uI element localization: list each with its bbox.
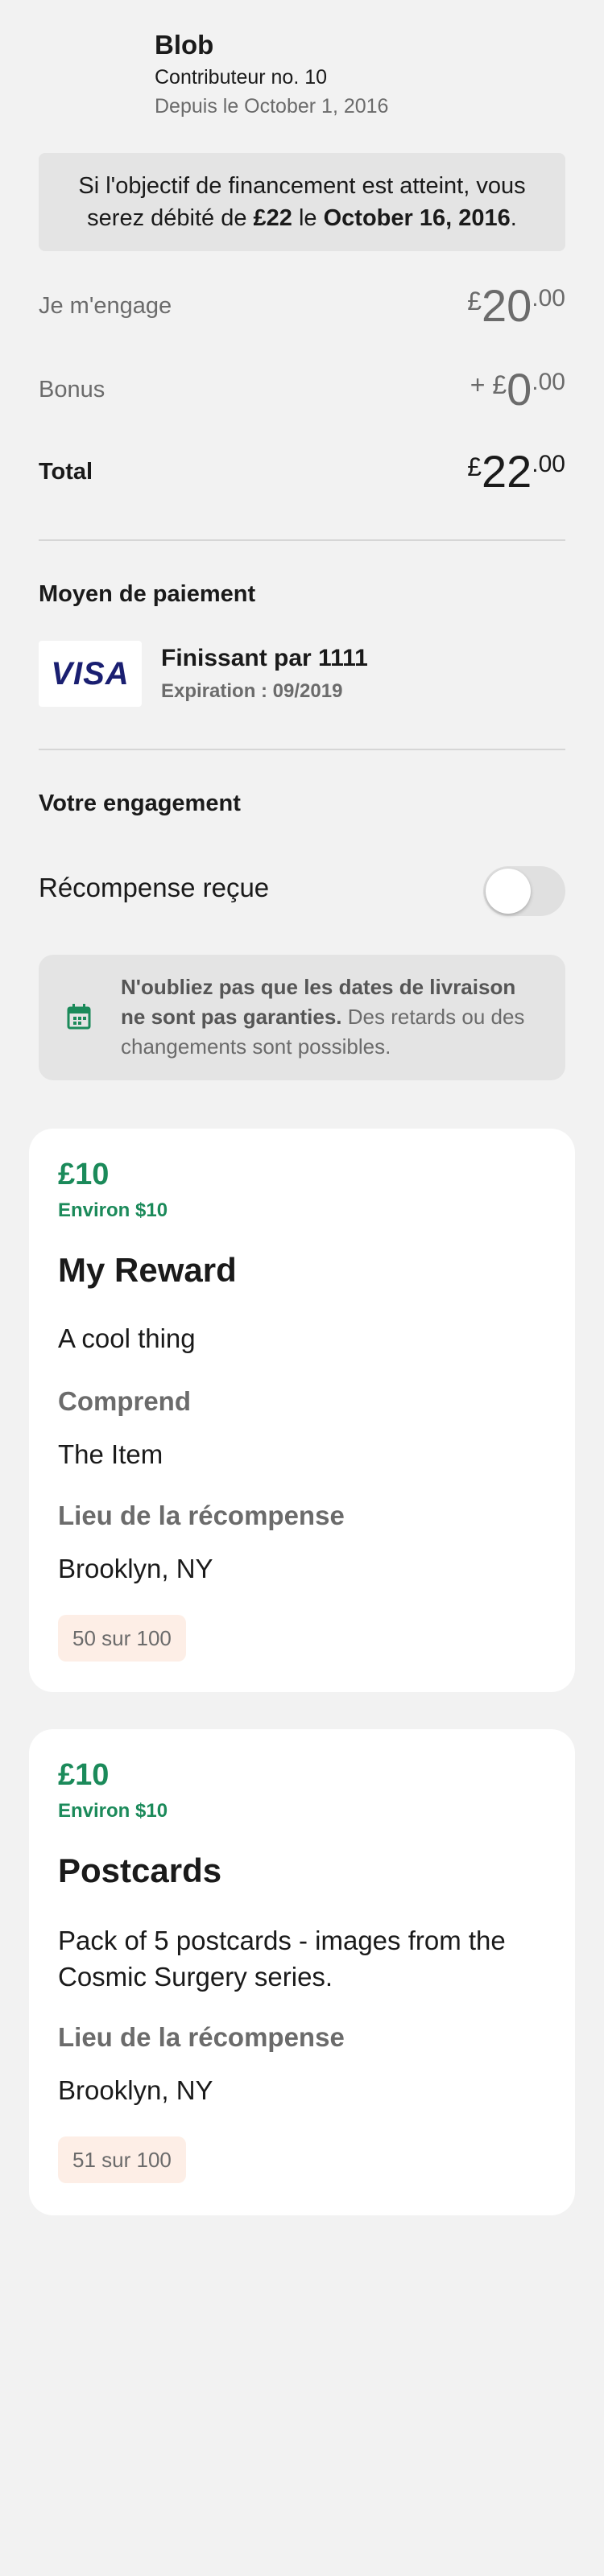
pledge-currency: £ (467, 287, 482, 316)
reward-includes-value: The Item (58, 1439, 163, 1469)
reward-received-toggle[interactable] (483, 866, 565, 916)
visa-logo: VISA (39, 641, 142, 707)
reward-location-label: Lieu de la récompense (58, 1501, 345, 1530)
backer-name: Blob (155, 30, 214, 60)
reward-approx: Environ $10 (58, 1199, 168, 1221)
bonus-prefix: + (470, 370, 493, 399)
pledge-decimal: .00 (532, 285, 565, 312)
reward-description: Pack of 5 postcards - images from the Co… (58, 1926, 506, 1992)
pledge-amount: £20.00 (467, 282, 565, 330)
reward-location-label: Lieu de la récompense (58, 2022, 345, 2052)
backer-info: Blob Contributeur no. 10 Depuis le Octob… (155, 27, 388, 121)
reward-includes-label: Comprend (58, 1386, 191, 1416)
charge-notice-suffix: . (510, 205, 517, 231)
reward-title: My Reward (58, 1251, 237, 1289)
charge-notice-middle: le (292, 205, 324, 231)
total-row: Total £22.00 (39, 448, 565, 504)
toggle-knob (486, 869, 531, 914)
bonus-currency: £ (492, 370, 507, 399)
total-decimal: .00 (532, 451, 565, 477)
reward-price: £10 (58, 1758, 110, 1792)
payment-section-title: Moyen de paiement (39, 581, 256, 607)
bonus-amount: + £0.00 (470, 365, 565, 414)
card-details: Finissant par 1111 Expiration : 09/2019 (161, 641, 368, 707)
bonus-label: Bonus (39, 377, 105, 402)
delivery-warning: N'oubliez pas que les dates de livraison… (39, 955, 565, 1080)
bonus-decimal: .00 (532, 369, 565, 395)
reward-approx: Environ $10 (58, 1800, 168, 1822)
charge-amount: £22 (253, 205, 292, 231)
total-currency: £ (467, 452, 482, 481)
divider (39, 539, 565, 541)
reward-received-label: Récompense reçue (39, 873, 270, 902)
reward-price: £10 (58, 1158, 110, 1191)
reward-card[interactable]: £10 Environ $10 Postcards Pack of 5 post… (29, 1729, 575, 2215)
reward-received-row: Récompense reçue (39, 863, 565, 919)
reward-limit-badge: 51 sur 100 (58, 2136, 186, 2183)
total-amount: £22.00 (467, 448, 565, 496)
reward-location-value: Brooklyn, NY (58, 1554, 213, 1583)
card-ending: Finissant par 1111 (161, 645, 368, 671)
reward-description: A cool thing (58, 1323, 196, 1353)
total-label: Total (39, 459, 93, 485)
reward-title: Postcards (58, 1852, 222, 1889)
bonus-integer: 0 (507, 364, 532, 415)
backer-since: Depuis le October 1, 2016 (155, 95, 389, 118)
reward-limit-badge: 50 sur 100 (58, 1615, 186, 1662)
pledge-integer: 20 (481, 280, 532, 331)
engagement-section-title: Votre engagement (39, 791, 241, 816)
pledge-row: Je m'engage £20.00 (39, 282, 565, 338)
total-integer: 22 (481, 446, 532, 497)
reward-card[interactable]: £10 Environ $10 My Reward A cool thing C… (29, 1129, 575, 1692)
calendar-icon (67, 1004, 91, 1030)
pledge-label: Je m'engage (39, 293, 172, 319)
bonus-row: Bonus + £0.00 (39, 365, 565, 422)
card-expiration: Expiration : 09/2019 (161, 680, 343, 702)
card-brand: VISA (51, 655, 130, 691)
charge-notice-text: Si l'objectif de financement est atteint… (55, 170, 549, 234)
delivery-warning-text: N'oubliez pas que les dates de livraison… (121, 972, 540, 1062)
charge-notice: Si l'objectif de financement est atteint… (39, 153, 565, 251)
backer-number: Contributeur no. 10 (155, 66, 328, 89)
divider (39, 749, 565, 750)
charge-date: October 16, 2016 (323, 205, 511, 231)
reward-location-value: Brooklyn, NY (58, 2075, 213, 2105)
